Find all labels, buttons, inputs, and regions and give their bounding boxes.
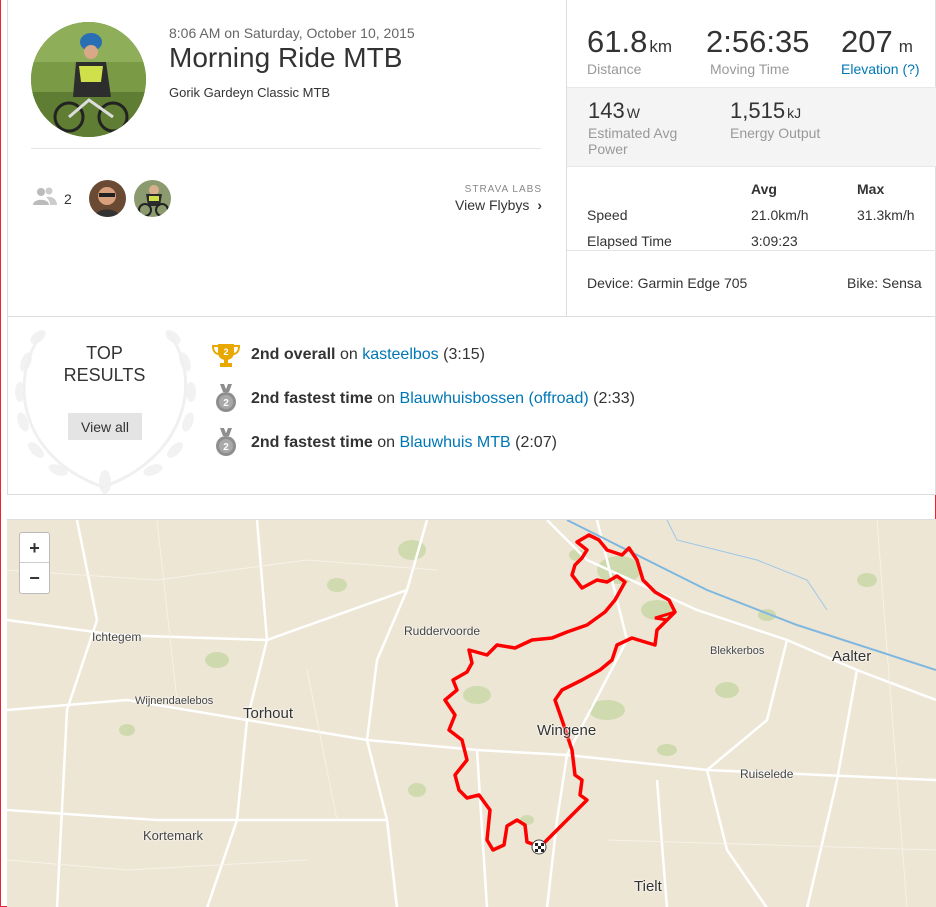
map-label: Tielt xyxy=(634,878,662,895)
chevron-right-icon: › xyxy=(537,197,542,213)
stat-elevation: 207 m Elevation (?) xyxy=(841,24,920,77)
power-value: 143 xyxy=(588,98,625,123)
result-time: (2:07) xyxy=(515,434,557,451)
device-info: Device: Garmin Edge 705 xyxy=(587,275,748,291)
result-on: on xyxy=(377,390,396,407)
top-results-title: TOP RESULTS xyxy=(8,342,201,386)
power-unit: W xyxy=(626,105,640,121)
result-on: on xyxy=(339,346,358,363)
map-label: Blekkerbos xyxy=(710,645,765,657)
route-map[interactable]: Ruddervoorde Ichtegem Wijnendaelebos Tor… xyxy=(7,519,936,907)
elevation-unit: m xyxy=(898,37,913,56)
activity-datetime: 8:06 AM on Saturday, October 10, 2015 xyxy=(169,25,415,41)
list-item: 2 2nd fastest time on Blauwhuisbossen (o… xyxy=(212,384,635,414)
svg-text:2: 2 xyxy=(223,347,228,357)
view-flybys-label: View Flybys xyxy=(455,197,530,213)
divider xyxy=(567,250,936,251)
row-avg: 3:09:23 xyxy=(751,233,798,249)
top-results-title-line2: RESULTS xyxy=(63,365,146,385)
trophy-icon: 2 xyxy=(212,340,240,370)
stats-panel: 61.8 km Distance 2:56:35 Moving Time 207 m… xyxy=(566,0,936,316)
result-on: on xyxy=(377,434,396,451)
distance-label: Distance xyxy=(587,61,642,77)
row-label: Elapsed Time xyxy=(587,233,672,249)
activity-card: 8:06 AM on Saturday, October 10, 2015 Mo… xyxy=(7,0,936,495)
divider xyxy=(31,148,541,149)
row-avg: 21.0km/h xyxy=(751,207,809,223)
distance-unit: km xyxy=(649,37,673,56)
zoom-control: + − xyxy=(19,532,50,594)
map-label: Wijnendaelebos xyxy=(135,695,214,707)
map-label: Torhout xyxy=(243,705,294,722)
bike-info: Bike: Sensa xyxy=(847,275,922,291)
table-header: Avg Max xyxy=(587,181,927,207)
segment-link[interactable]: kasteelbos xyxy=(362,346,439,364)
activity-title: Morning Ride MTB xyxy=(169,42,403,73)
list-item: 2 2nd fastest time on Blauwhuis MTB (2:0… xyxy=(212,428,557,458)
zoom-in-button[interactable]: + xyxy=(20,533,49,563)
group-riders[interactable]: 2 xyxy=(32,186,72,211)
svg-text:2: 2 xyxy=(223,442,229,453)
strava-labs-label: STRAVA LABS xyxy=(464,184,542,195)
stat-energy: 1,515 kJ Energy Output xyxy=(730,98,820,141)
list-item: 2 2nd overall on kasteelbos (3:15) xyxy=(212,340,485,370)
energy-unit: kJ xyxy=(787,105,802,121)
table-row: Elapsed Time 3:09:23 xyxy=(587,233,927,259)
svg-text:2: 2 xyxy=(223,398,229,409)
top-results-title-line1: TOP xyxy=(86,343,123,363)
energy-label: Energy Output xyxy=(730,125,821,141)
athlete-avatar-small[interactable] xyxy=(89,180,126,217)
power-label: Estimated Avg Power xyxy=(588,125,678,157)
map-label: Wingene xyxy=(537,722,597,739)
elevation-help-link[interactable]: Elevation (?) xyxy=(841,61,920,77)
stat-moving-time: 2:56:35 Moving Time xyxy=(706,24,809,77)
stats-table: Avg Max Speed 21.0km/h 31.3km/h Elapsed … xyxy=(587,181,927,259)
result-rank: 2nd fastest time xyxy=(251,434,373,451)
result-time: (2:33) xyxy=(593,390,635,407)
energy-value: 1,515 xyxy=(730,98,786,123)
map-label: Ichtegem xyxy=(92,630,142,644)
zoom-out-button[interactable]: − xyxy=(20,563,49,593)
row-max: 31.3km/h xyxy=(857,207,915,223)
moving-time-value: 2:56:35 xyxy=(706,24,810,59)
athlete-avatar-small[interactable] xyxy=(134,180,171,217)
medal-icon: 2 xyxy=(212,384,240,414)
map-label: Ruiselede xyxy=(740,767,794,781)
map-label: Kortemark xyxy=(143,828,203,843)
elevation-value: 207 xyxy=(841,24,893,59)
activity-subtitle: Gorik Gardeyn Classic MTB xyxy=(169,85,331,100)
power-box: 143 W Estimated Avg Power 1,515 kJ Energy … xyxy=(567,87,936,167)
result-rank: 2nd overall xyxy=(251,346,336,363)
group-count: 2 xyxy=(64,190,72,207)
result-rank: 2nd fastest time xyxy=(251,390,373,407)
athlete-avatar[interactable] xyxy=(31,22,146,137)
view-all-button[interactable]: View all xyxy=(68,413,142,440)
map-canvas[interactable] xyxy=(7,520,936,907)
top-results-badge: TOP RESULTS View all xyxy=(8,317,208,495)
segment-link[interactable]: Blauwhuis MTB xyxy=(400,434,511,452)
distance-value: 61.8 xyxy=(587,24,648,59)
avg-header: Avg xyxy=(751,181,777,197)
result-time: (3:15) xyxy=(443,346,485,363)
stat-power: 143 W Estimated Avg Power xyxy=(588,98,698,157)
moving-time-label: Moving Time xyxy=(710,61,790,77)
row-label: Speed xyxy=(587,207,628,223)
flyby-block: STRAVA LABS View Flybys › xyxy=(455,184,542,213)
max-header: Max xyxy=(857,181,885,197)
stat-distance: 61.8 km Distance xyxy=(587,24,672,77)
activity-header: 8:06 AM on Saturday, October 10, 2015 Mo… xyxy=(8,0,566,316)
segment-link[interactable]: Blauwhuisbossen (offroad) xyxy=(400,390,589,408)
table-row: Speed 21.0km/h 31.3km/h xyxy=(587,207,927,233)
view-flybys-link[interactable]: View Flybys › xyxy=(455,197,542,213)
medal-icon: 2 xyxy=(212,428,240,458)
group-icon xyxy=(32,186,58,211)
map-label: Ruddervoorde xyxy=(404,624,481,638)
map-label: Aalter xyxy=(832,648,872,665)
